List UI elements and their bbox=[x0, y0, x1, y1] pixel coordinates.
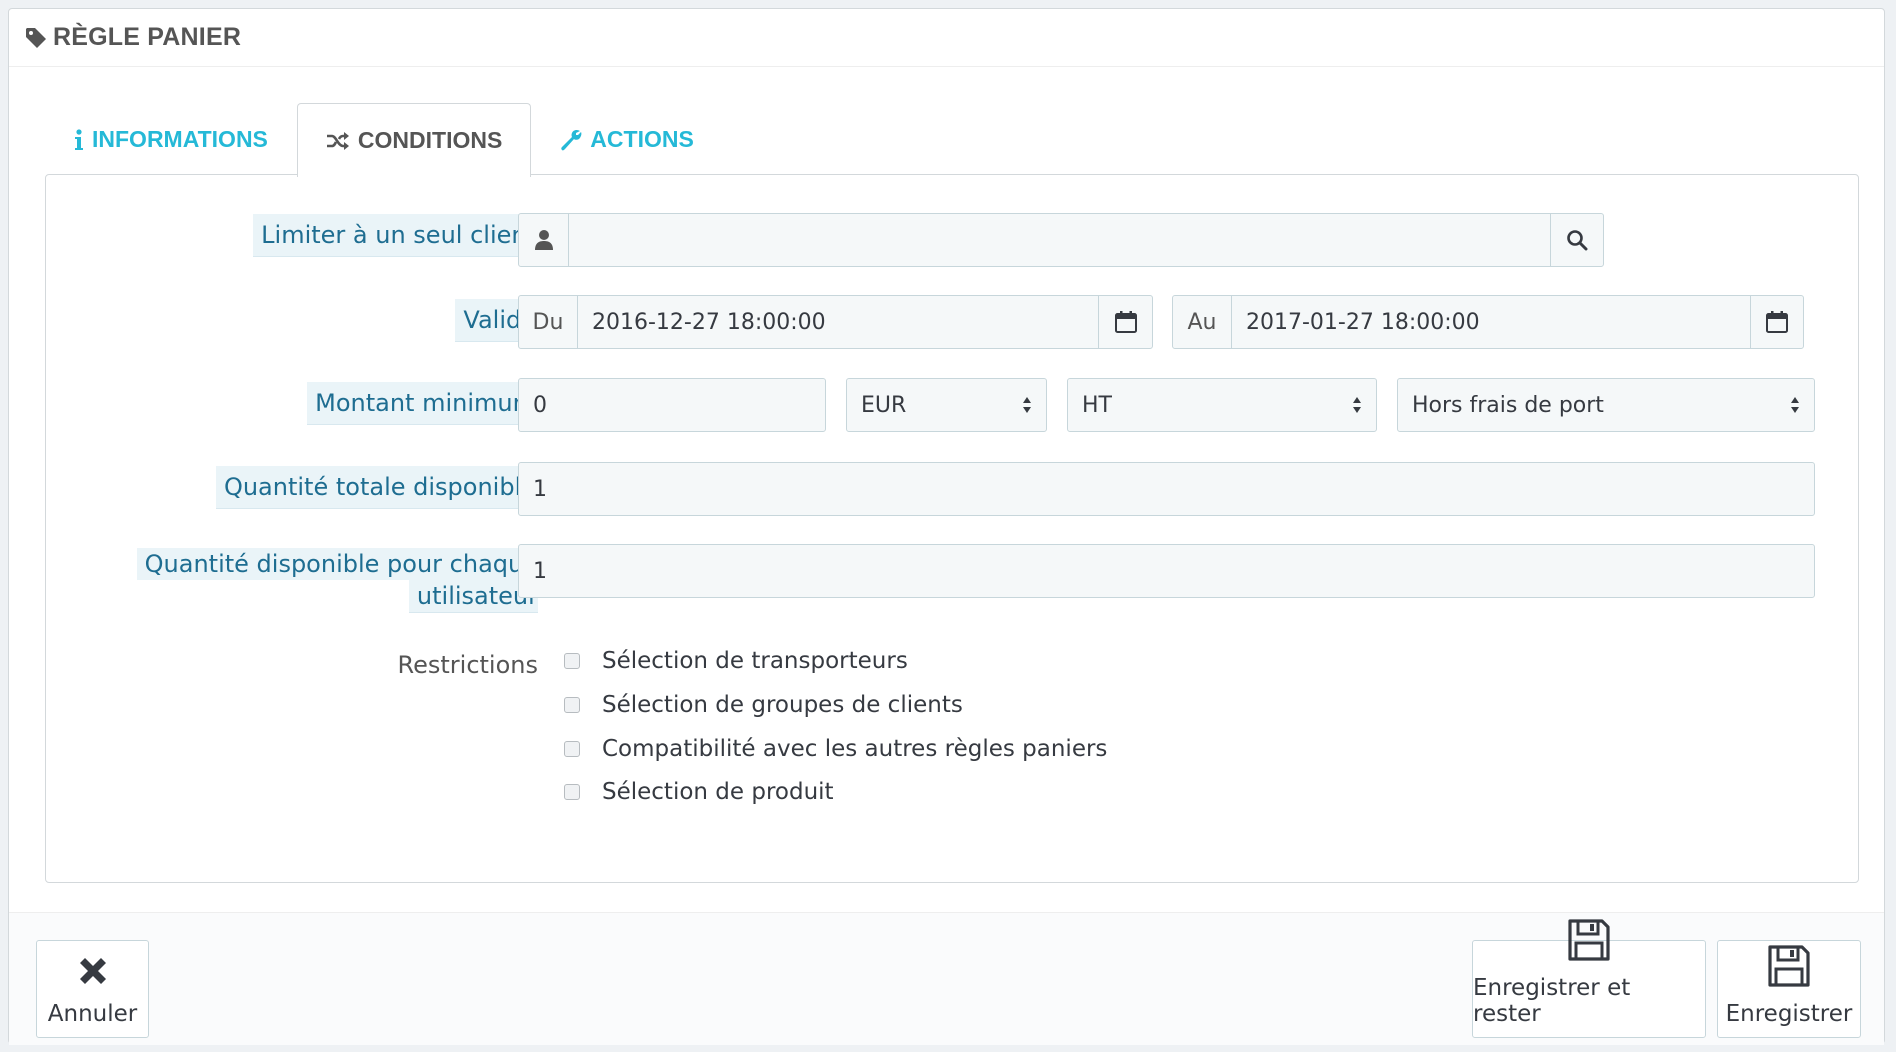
save-and-stay-button[interactable]: Enregistrer et rester bbox=[1472, 919, 1706, 1038]
save-button[interactable]: Enregistrer bbox=[1717, 940, 1861, 1038]
cancel-button[interactable]: Annuler bbox=[36, 940, 149, 1038]
tax-select[interactable]: HT bbox=[1067, 378, 1377, 432]
total-quantity-input[interactable]: 1 bbox=[518, 462, 1815, 516]
calendar-icon[interactable] bbox=[1750, 295, 1804, 349]
restriction-compatibility[interactable]: Compatibilité avec les autres règles pan… bbox=[564, 736, 1107, 762]
close-icon bbox=[75, 953, 111, 995]
date-to-input[interactable]: 2017-01-27 18:00:00 bbox=[1231, 295, 1751, 349]
restriction-customer-groups[interactable]: Sélection de groupes de clients bbox=[564, 692, 963, 718]
currency-select[interactable]: EUR bbox=[846, 378, 1047, 432]
panel-footer: Annuler Enregistrer et rester Enregistre… bbox=[9, 912, 1884, 1045]
client-search-input[interactable] bbox=[568, 213, 1551, 267]
checkbox[interactable] bbox=[564, 697, 580, 713]
shipping-select[interactable]: Hors frais de port bbox=[1397, 378, 1815, 432]
page-title: Règle panier bbox=[53, 23, 242, 51]
checkbox[interactable] bbox=[564, 741, 580, 757]
info-icon bbox=[74, 128, 84, 151]
tab-label: Conditions bbox=[357, 127, 503, 153]
tab-label: Actions bbox=[590, 126, 694, 152]
from-addon: Du bbox=[518, 295, 578, 349]
tab-informations[interactable]: Informations bbox=[45, 103, 297, 175]
tab-bar: Informations Conditions Actions bbox=[45, 95, 723, 177]
checkbox[interactable] bbox=[564, 653, 580, 669]
client-label: Limiter à un seul client bbox=[253, 214, 544, 257]
date-from-input[interactable]: 2016-12-27 18:00:00 bbox=[577, 295, 1099, 349]
tag-icon bbox=[25, 27, 47, 49]
panel-heading: Règle panier bbox=[9, 9, 1884, 67]
search-icon[interactable] bbox=[1550, 213, 1604, 267]
calendar-icon[interactable] bbox=[1098, 295, 1153, 349]
per-user-quantity-input[interactable]: 1 bbox=[518, 544, 1815, 598]
save-icon bbox=[1766, 943, 1812, 995]
conditions-form: Limiter à un seul client Valide Du 2016-… bbox=[45, 174, 1859, 883]
restrictions-label: Restrictions bbox=[397, 651, 538, 679]
save-icon bbox=[1566, 917, 1612, 969]
wrench-icon bbox=[560, 129, 582, 151]
restriction-products[interactable]: Sélection de produit bbox=[564, 779, 834, 805]
per-user-label: Quantité disponible pour chaque utilisat… bbox=[136, 548, 538, 613]
minimum-amount-input[interactable]: 0 bbox=[518, 378, 826, 432]
select-arrows-icon bbox=[1353, 397, 1361, 413]
checkbox[interactable] bbox=[564, 784, 580, 800]
restriction-carriers[interactable]: Sélection de transporteurs bbox=[564, 648, 908, 674]
tab-conditions[interactable]: Conditions bbox=[296, 103, 532, 177]
select-arrows-icon bbox=[1791, 397, 1799, 413]
tab-actions[interactable]: Actions bbox=[531, 103, 723, 175]
select-arrows-icon bbox=[1023, 397, 1031, 413]
tab-label: Informations bbox=[92, 126, 268, 152]
shuffle-icon bbox=[326, 131, 350, 151]
total-quantity-label: Quantité totale disponible bbox=[215, 466, 544, 509]
minimum-label: Montant minimum bbox=[307, 382, 544, 425]
cart-rule-panel: Règle panier Informations Conditions Act… bbox=[8, 8, 1885, 1045]
to-addon: Au bbox=[1172, 295, 1232, 349]
user-icon bbox=[518, 213, 569, 267]
